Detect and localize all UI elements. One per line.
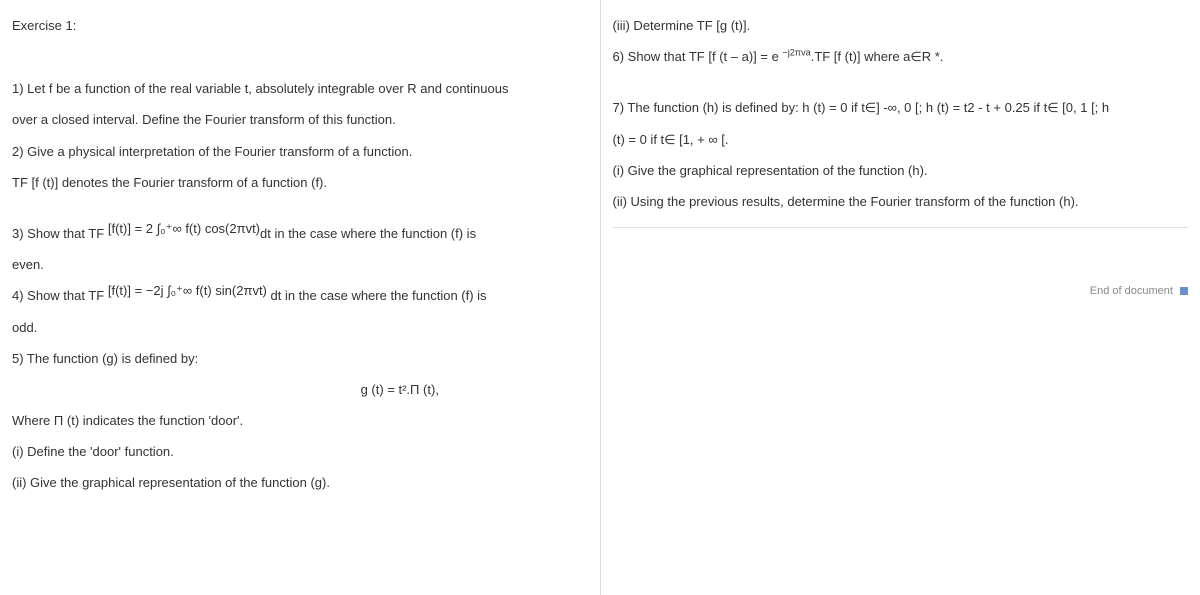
page: Exercise 1: 1) Let f be a function of th… [0,0,1200,595]
divider [613,227,1189,228]
end-of-document: End of document [613,278,1189,304]
q4-post: dt in the case where the function (f) is [271,288,487,303]
q6-post: .TF [f (t)] where a∈R *. [811,49,944,64]
q5-formula: g (t) = t².Π (t), [12,374,588,405]
q5-ii: (ii) Give the graphical representation o… [12,467,588,498]
q7-line1: 7) The function (h) is defined by: h (t)… [613,92,1189,123]
q5-i: (i) Define the 'door' function. [12,436,588,467]
q3: 3) Show that TF [f(t)] = 2 ∫₀⁺∞ f(t) cos… [12,218,588,249]
q3-post: dt in the case where the function (f) is [260,226,476,241]
q5-where: Where Π (t) indicates the function 'door… [12,405,588,436]
q5: 5) The function (g) is defined by: [12,343,588,374]
q3-end: even. [12,249,588,280]
q2: 2) Give a physical interpretation of the… [12,136,588,167]
q6-pre: 6) Show that TF [f (t – a)] = e [613,49,783,64]
left-column: Exercise 1: 1) Let f be a function of th… [0,0,601,595]
q1-line2: over a closed interval. Define the Fouri… [12,104,588,135]
q4-formula: [f(t)] = −2j ∫₀⁺∞ f(t) sin(2πvt) [108,283,271,298]
q5-iii: (iii) Determine TF [g (t)]. [613,10,1189,41]
q7-ii: (ii) Using the previous results, determi… [613,186,1189,217]
exercise-title: Exercise 1: [12,10,588,41]
end-square-icon [1180,287,1188,295]
q6-exp: −j2πva [782,48,810,58]
tf-note: TF [f (t)] denotes the Fourier transform… [12,167,588,198]
q3-formula: [f(t)] = 2 ∫₀⁺∞ f(t) cos(2πvt) [108,221,260,236]
q7-i: (i) Give the graphical representation of… [613,155,1189,186]
q6: 6) Show that TF [f (t – a)] = e −j2πva.T… [613,41,1189,72]
q4-pre: 4) Show that TF [12,288,108,303]
q1-line1: 1) Let f be a function of the real varia… [12,73,588,104]
q7-line2: (t) = 0 if t∈ [1, + ∞ [. [613,124,1189,155]
right-column: (iii) Determine TF [g (t)]. 6) Show that… [601,0,1200,595]
q4: 4) Show that TF [f(t)] = −2j ∫₀⁺∞ f(t) s… [12,280,588,311]
q3-pre: 3) Show that TF [12,226,108,241]
end-label: End of document [1090,285,1173,297]
q4-end: odd. [12,312,588,343]
